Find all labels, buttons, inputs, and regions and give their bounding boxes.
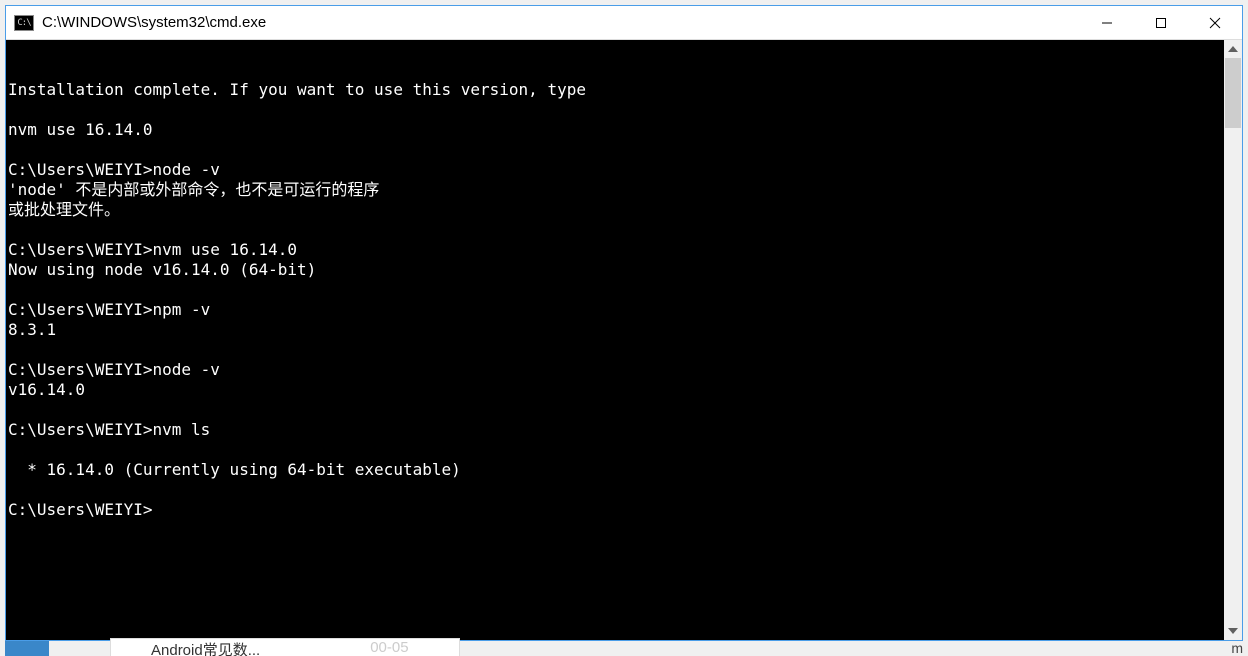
taskbar-fragment bbox=[5, 641, 49, 656]
maximize-button[interactable] bbox=[1134, 6, 1188, 39]
content-area: Installation complete. If you want to us… bbox=[6, 40, 1242, 640]
vertical-scrollbar[interactable] bbox=[1224, 40, 1242, 640]
window-title: C:\WINDOWS\system32\cmd.exe bbox=[42, 14, 1080, 31]
minimize-button[interactable] bbox=[1080, 6, 1134, 39]
background-card-text: Android常见数... bbox=[151, 639, 260, 656]
background-timestamp: 00-05 bbox=[370, 639, 408, 656]
titlebar[interactable]: C:\ C:\WINDOWS\system32\cmd.exe bbox=[6, 6, 1242, 40]
scroll-thumb[interactable] bbox=[1225, 58, 1241, 128]
terminal-output[interactable]: Installation complete. If you want to us… bbox=[6, 40, 1224, 640]
background-right-m: m bbox=[1231, 640, 1243, 656]
scroll-up-arrow[interactable] bbox=[1224, 40, 1242, 58]
scroll-down-arrow[interactable] bbox=[1224, 622, 1242, 640]
scroll-track[interactable] bbox=[1224, 58, 1242, 622]
cmd-window: C:\ C:\WINDOWS\system32\cmd.exe Installa… bbox=[5, 5, 1243, 641]
window-controls bbox=[1080, 6, 1242, 39]
close-button[interactable] bbox=[1188, 6, 1242, 39]
cmd-icon: C:\ bbox=[14, 15, 34, 31]
